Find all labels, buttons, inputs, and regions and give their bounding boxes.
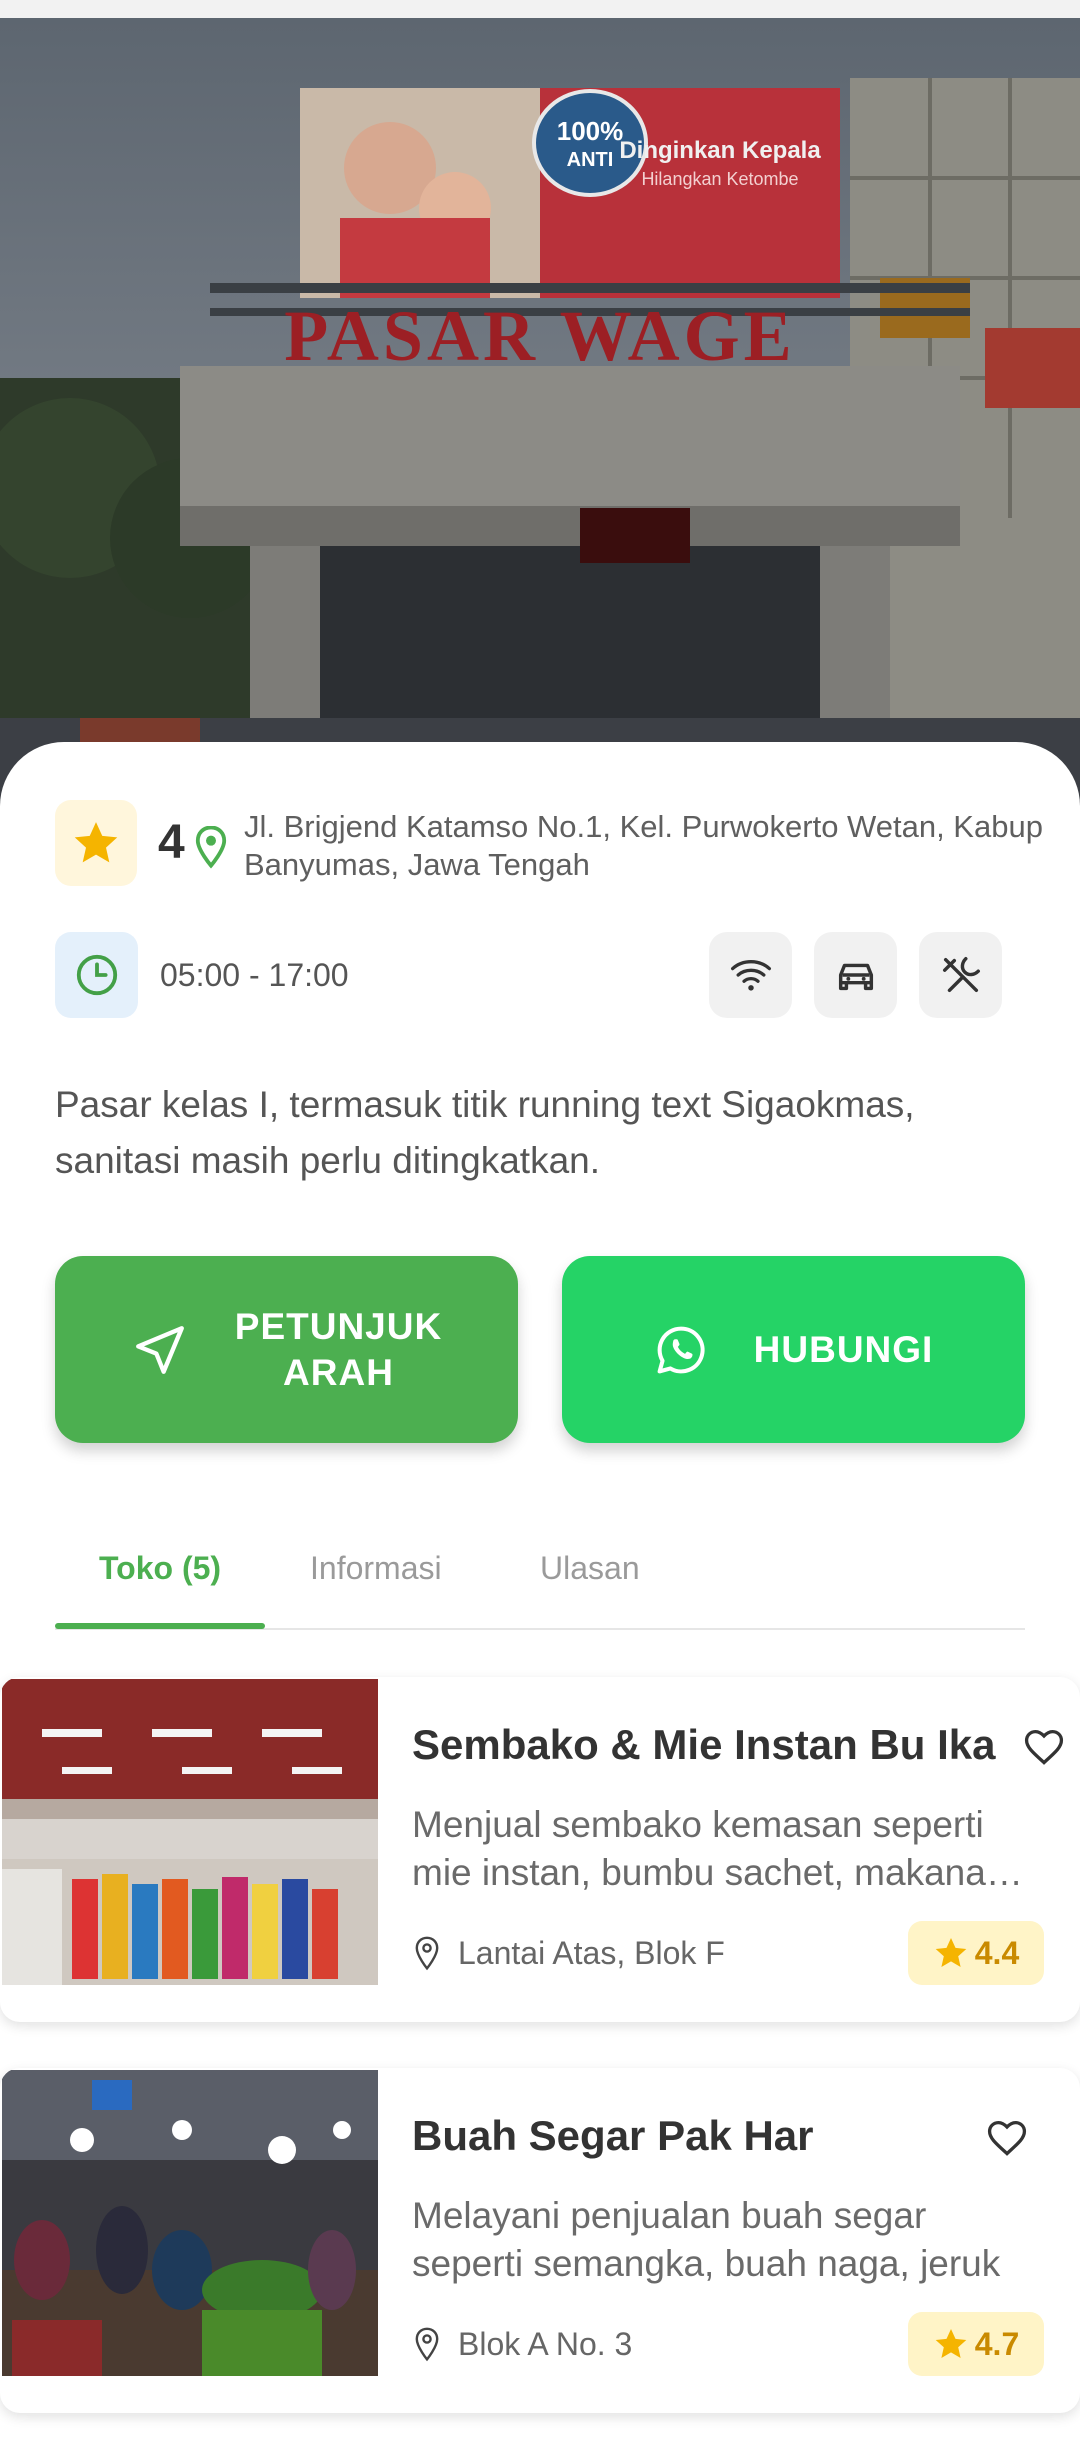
facility-wifi bbox=[709, 932, 792, 1018]
clock-icon bbox=[76, 954, 117, 996]
facility-parking bbox=[814, 932, 897, 1018]
contact-whatsapp-button[interactable]: HUBUNGI bbox=[562, 1256, 1025, 1443]
star-icon bbox=[74, 822, 118, 863]
favorite-heart-icon[interactable] bbox=[985, 2116, 1029, 2160]
utensils-icon bbox=[942, 956, 980, 993]
wifi-icon bbox=[730, 960, 771, 991]
market-hero-photo: 100% ANTI Dinginkan Kepala Hilangkan Ket… bbox=[0, 18, 1080, 818]
location-pin-icon bbox=[415, 1936, 439, 1970]
navigation-arrow-icon bbox=[135, 1325, 184, 1374]
market-sign: PASAR WAGE bbox=[284, 296, 795, 376]
opening-hours: 05:00 - 17:00 bbox=[160, 957, 349, 993]
active-tab-indicator bbox=[55, 1623, 265, 1629]
star-icon bbox=[935, 2329, 967, 2358]
place-address[interactable]: Jl. Brigjend Katamso No.1, Kel. Purwoker… bbox=[244, 808, 1080, 884]
tab-toko[interactable]: Toko (5) bbox=[99, 1550, 221, 1587]
tab-ulasan[interactable]: Ulasan bbox=[540, 1550, 640, 1587]
contact-label: HUBUNGI bbox=[753, 1328, 934, 1370]
shop-photo bbox=[2, 1679, 378, 1985]
billboard-badge-text: 100% bbox=[557, 116, 624, 146]
car-icon bbox=[838, 963, 873, 991]
shop-photo bbox=[2, 2070, 378, 2376]
hours-badge bbox=[55, 932, 138, 1018]
tab-informasi[interactable]: Informasi bbox=[310, 1550, 442, 1587]
favorite-heart-icon[interactable] bbox=[1022, 1725, 1066, 1769]
directions-button[interactable]: PETUNJUK ARAH bbox=[55, 1256, 518, 1443]
shop-card[interactable]: Buah Segar Pak Har Melayani penjualan bu… bbox=[0, 2068, 1080, 2413]
location-pin-icon bbox=[195, 826, 227, 869]
directions-label-line2: ARAH bbox=[283, 1351, 394, 1393]
shop-location: Blok A No. 3 bbox=[412, 2326, 632, 2363]
shop-location-text: Blok A No. 3 bbox=[458, 2326, 633, 2362]
billboard-subline: Hilangkan Ketombe bbox=[641, 169, 798, 189]
directions-label-line1: PETUNJUK bbox=[234, 1305, 443, 1347]
facility-food bbox=[919, 932, 1002, 1018]
tab-bar: Toko (5) Informasi Ulasan bbox=[55, 1528, 1025, 1630]
shop-description-line2: seperti semangka, buah naga, jeruk bbox=[412, 2243, 1001, 2284]
location-pin-icon bbox=[415, 2327, 439, 2361]
shop-rating: 4.4 bbox=[974, 1934, 1020, 1971]
billboard-badge-text-2: ANTI bbox=[567, 149, 614, 171]
shop-name: Sembako & Mie Instan Bu Ika bbox=[412, 1721, 996, 1768]
page: 100% ANTI Dinginkan Kepala Hilangkan Ket… bbox=[0, 0, 1080, 2442]
shop-location-text: Lantai Atas, Blok F bbox=[458, 1935, 725, 1971]
billboard-headline: Dinginkan Kepala bbox=[619, 137, 821, 164]
shop-location: Lantai Atas, Blok F bbox=[412, 1935, 725, 1972]
shop-name: Buah Segar Pak Har bbox=[412, 2112, 814, 2159]
rating-badge bbox=[55, 800, 137, 886]
shop-description-line1: Menjual sembako kemasan seperti bbox=[412, 1804, 984, 1845]
shop-description-line2: mie instan, bumbu sachet, makanan ringan bbox=[412, 1852, 1037, 1893]
whatsapp-icon bbox=[657, 1326, 705, 1373]
shop-description: Menjual sembako kemasan seperti mie inst… bbox=[412, 1801, 1037, 1897]
shop-rating-badge: 4.4 bbox=[908, 1921, 1044, 1985]
shop-rating: 4.7 bbox=[974, 2325, 1020, 2362]
shop-description-line1: Melayani penjualan buah segar bbox=[412, 2195, 927, 2236]
shop-card[interactable]: Sembako & Mie Instan Bu Ika Menjual semb… bbox=[0, 1677, 1080, 2022]
place-description: Pasar kelas I, termasuk titik running te… bbox=[55, 1084, 915, 1181]
shop-description: Melayani penjualan buah segar seperti se… bbox=[412, 2192, 1037, 2288]
shop-rating-badge: 4.7 bbox=[908, 2312, 1044, 2376]
place-rating: 4 bbox=[158, 816, 185, 869]
star-icon bbox=[935, 1938, 967, 1967]
